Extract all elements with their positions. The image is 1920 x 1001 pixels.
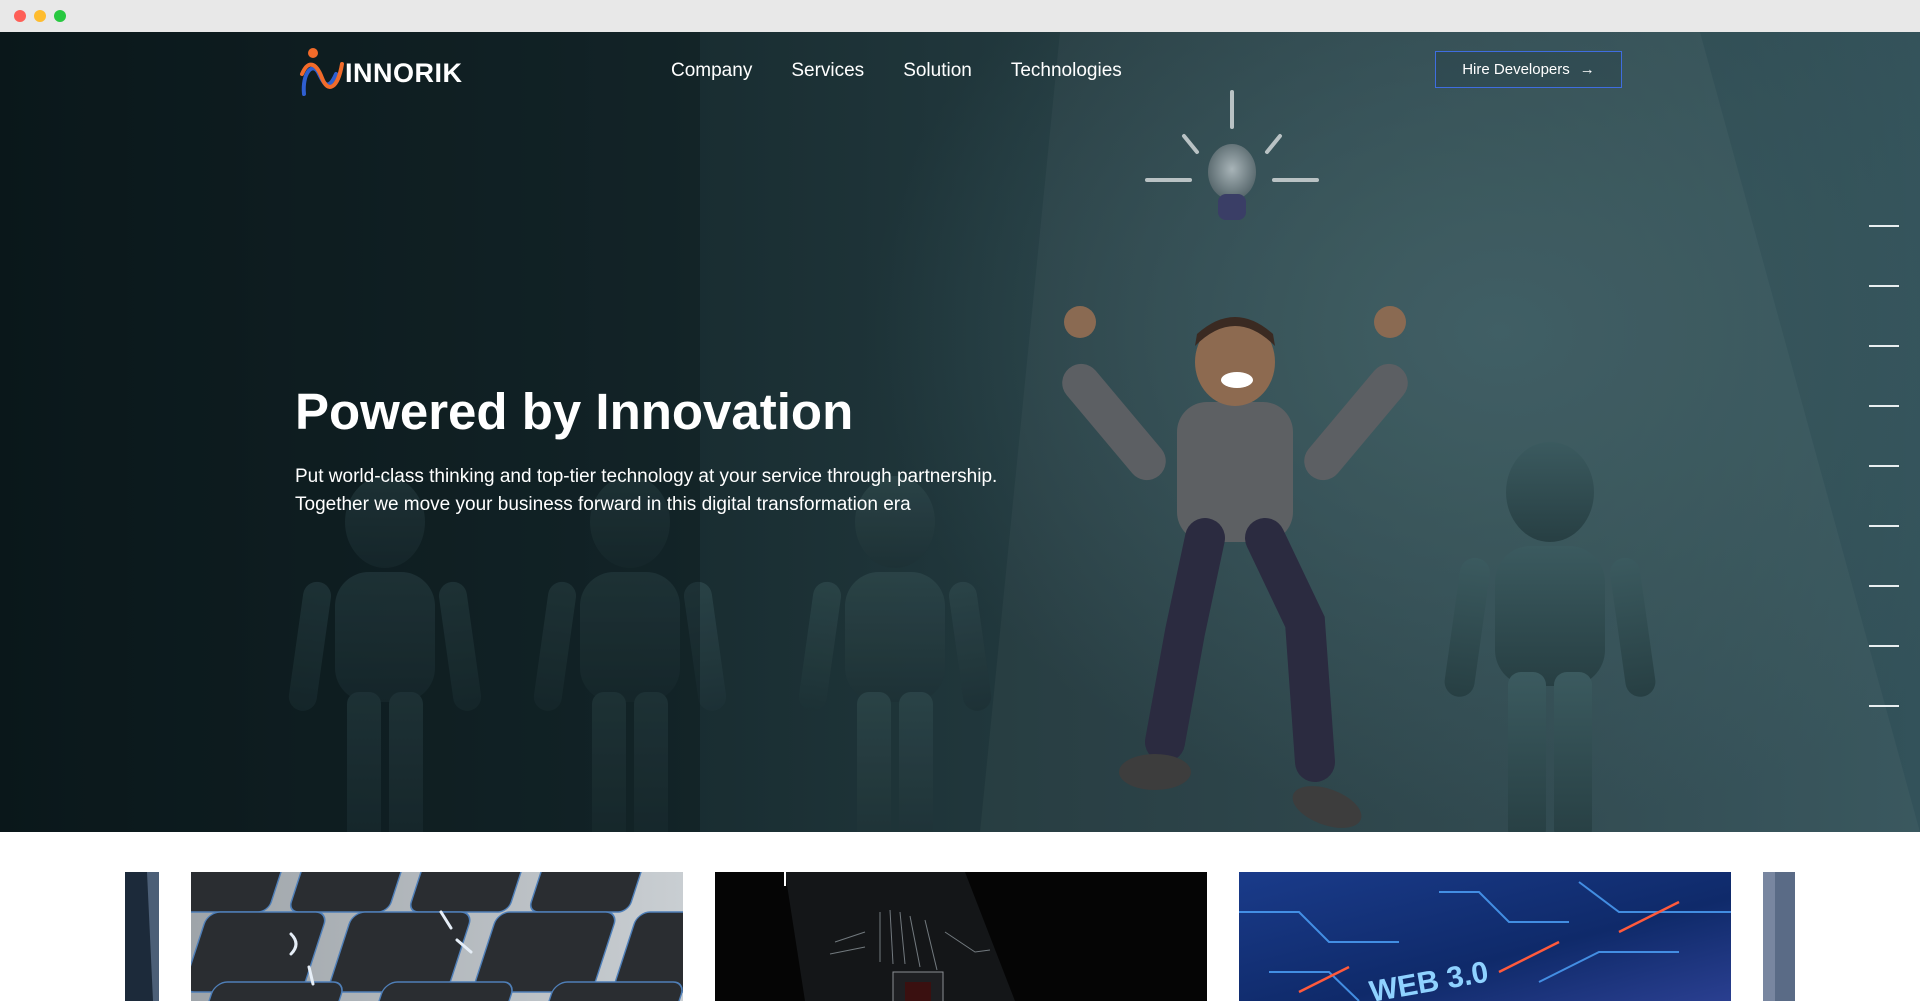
card-partial-right[interactable] xyxy=(1763,872,1795,1001)
arrow-right-icon: → xyxy=(1579,61,1595,78)
slider-dot[interactable] xyxy=(1869,705,1899,707)
card-partial-right-image xyxy=(1763,872,1795,1001)
slider-dot[interactable] xyxy=(1869,405,1899,407)
hero-subtitle-line-2: Together we move your business forward i… xyxy=(295,494,911,515)
circuit-chip-image xyxy=(715,872,1207,1001)
card-partial-left-image xyxy=(125,872,159,1001)
browser-chrome xyxy=(0,0,1920,33)
slider-dot[interactable] xyxy=(1869,225,1899,227)
hero-section: INNORIK Company Services Solution Techno… xyxy=(0,32,1920,832)
card-partial-left[interactable] xyxy=(125,872,159,1001)
hire-developers-label: Hire Developers xyxy=(1462,61,1570,78)
featured-cards-carousel: WEB 3.0 xyxy=(0,832,1920,1001)
close-window-button[interactable] xyxy=(14,10,26,22)
web3-image: WEB 3.0 xyxy=(1239,872,1731,1001)
card-web3[interactable]: WEB 3.0 xyxy=(1239,872,1731,1001)
hero-illustration xyxy=(0,32,1656,832)
maximize-window-button[interactable] xyxy=(54,10,66,22)
nav-item-solution[interactable]: Solution xyxy=(903,56,972,86)
nav-item-technologies[interactable]: Technologies xyxy=(1011,56,1122,86)
nav-item-services[interactable]: Services xyxy=(791,56,864,86)
hero-subtitle: Put world-class thinking and top-tier te… xyxy=(295,463,1095,519)
nav-item-company[interactable]: Company xyxy=(671,56,752,86)
slider-dot[interactable] xyxy=(1869,345,1899,347)
slider-pagination xyxy=(1869,225,1901,765)
main-nav: Company Services Solution Technologies xyxy=(671,56,1161,86)
keyboard-image xyxy=(191,872,683,1001)
hero-subtitle-line-1: Put world-class thinking and top-tier te… xyxy=(295,466,998,487)
slider-dot[interactable] xyxy=(1869,465,1899,467)
slider-dot[interactable] xyxy=(1869,585,1899,587)
hero-title: Powered by Innovation xyxy=(295,383,854,440)
card-circuit[interactable] xyxy=(715,872,1207,1001)
slider-dot[interactable] xyxy=(1869,645,1899,647)
brand-logo[interactable]: INNORIK xyxy=(298,44,478,100)
brand-name: INNORIK xyxy=(345,58,463,88)
card-keyboard[interactable] xyxy=(191,872,683,1001)
hire-developers-button[interactable]: Hire Developers → xyxy=(1435,51,1622,88)
minimize-window-button[interactable] xyxy=(34,10,46,22)
slider-dot[interactable] xyxy=(1869,285,1899,287)
logo-mark-icon xyxy=(300,48,344,96)
slider-dot[interactable] xyxy=(1869,525,1899,527)
